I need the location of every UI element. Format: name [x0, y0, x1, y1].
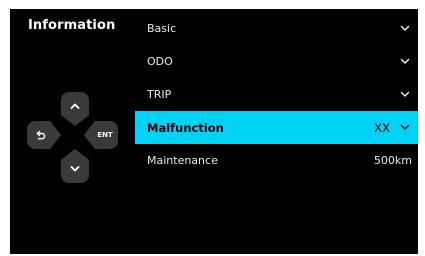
- down-button[interactable]: [61, 149, 89, 183]
- chevron-down-icon: [398, 121, 412, 135]
- menu-item-label: Basic: [147, 22, 177, 35]
- back-button[interactable]: [27, 121, 61, 149]
- enter-label: ENT: [97, 131, 113, 139]
- menu-item-maintenance[interactable]: Maintenance 500km: [135, 144, 418, 177]
- menu-item-value: 500km: [373, 154, 412, 167]
- chevron-down-icon: [70, 166, 80, 172]
- dpad: ENT: [10, 9, 130, 254]
- menu-item-malfunction[interactable]: Malfunction XX: [135, 111, 418, 144]
- menu-item-trip[interactable]: TRIP: [135, 78, 418, 111]
- display-screen: Information ENT Basic ODO TRIP Malfuncti…: [10, 9, 418, 254]
- menu-item-label: Maintenance: [147, 154, 218, 167]
- menu-item-value: XX: [374, 120, 390, 135]
- menu-item-label: ODO: [147, 55, 173, 68]
- chevron-down-icon: [398, 22, 412, 36]
- up-button[interactable]: [61, 92, 89, 126]
- menu-item-label: Malfunction: [147, 120, 224, 135]
- enter-button[interactable]: ENT: [84, 121, 118, 149]
- back-arrow-icon: [36, 130, 46, 139]
- chevron-down-icon: [398, 88, 412, 102]
- menu-item-odo[interactable]: ODO: [135, 45, 418, 78]
- chevron-down-icon: [398, 55, 412, 69]
- menu-item-label: TRIP: [147, 88, 172, 101]
- menu-item-basic[interactable]: Basic: [135, 12, 418, 45]
- info-menu: Basic ODO TRIP Malfunction XX Maintenanc…: [135, 12, 418, 177]
- chevron-up-icon: [70, 103, 80, 109]
